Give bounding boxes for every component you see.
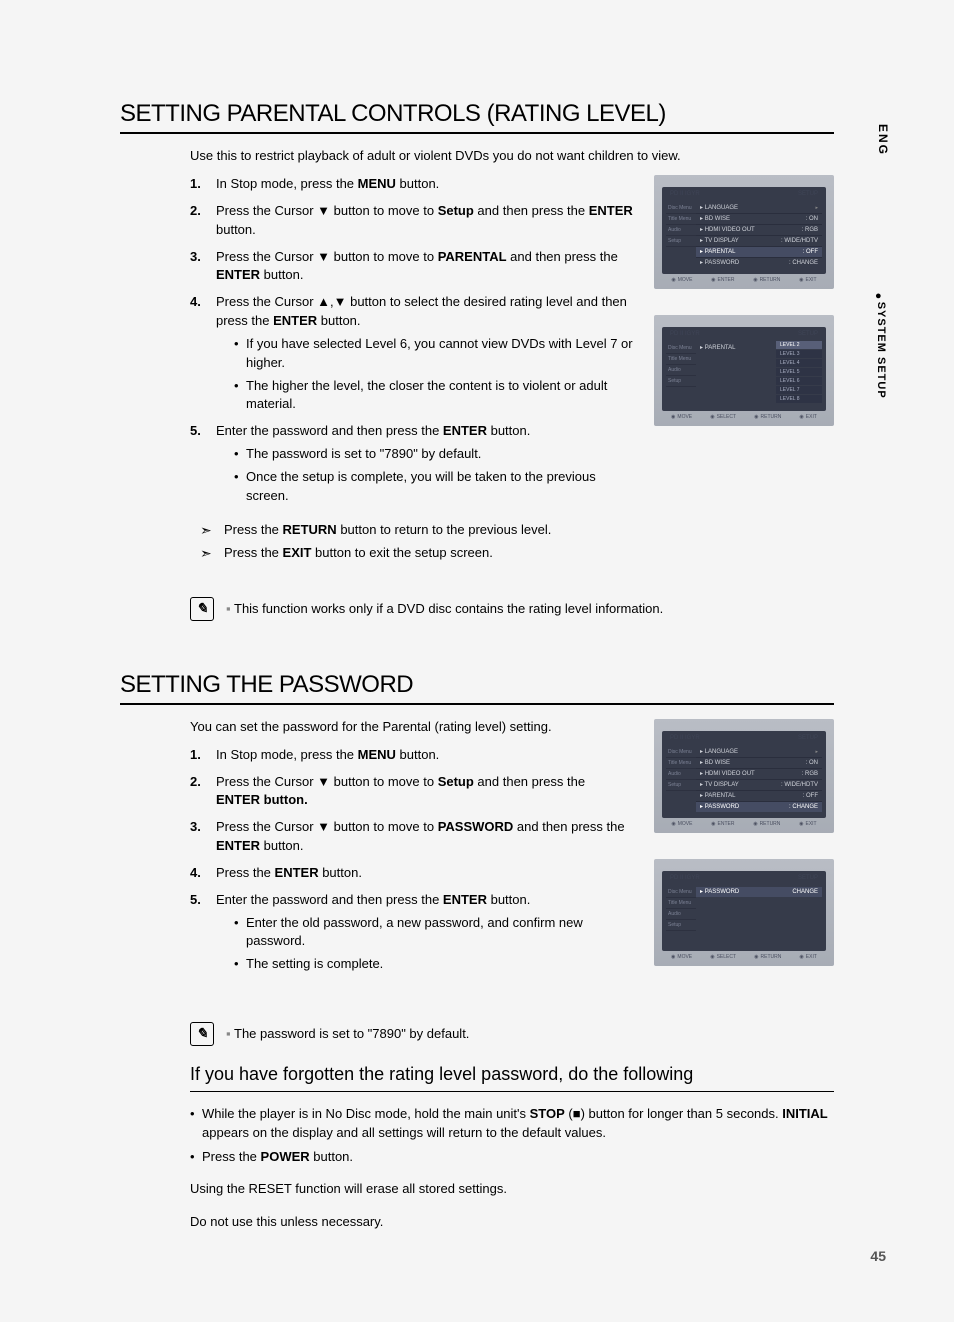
page-body: SETTING PARENTAL CONTROLS (RATING LEVEL)… [0,0,954,1284]
sec1-press-exit: Press the EXIT button to exit the setup … [190,543,634,563]
sec1-step-5: Enter the password and then press the EN… [190,422,634,505]
section2-title: SETTING THE PASSWORD [120,671,834,699]
sec1-step-2: Press the Cursor ▼ button to move to Set… [190,202,634,240]
sec1-step-1: In Stop mode, press the MENU button. [190,175,634,194]
note-icon: ✎ [190,1022,214,1046]
section2-intro: You can set the password for the Parenta… [190,719,634,734]
section2-note: The password is set to "7890" by default… [226,1026,469,1041]
closing-line-1: Using the RESET function will erase all … [190,1179,834,1199]
sec1-step4-bullet1: If you have selected Level 6, you cannot… [234,335,634,373]
sec2-step5-bullet1: Enter the old password, a new password, … [234,914,634,952]
sec1-press-return: Press the RETURN button to return to the… [190,520,634,540]
forgot-bullet-2: Press the POWER button. [190,1147,834,1167]
sec1-step-4: Press the Cursor ▲,▼ button to select th… [190,293,634,414]
section1-title: SETTING PARENTAL CONTROLS (RATING LEVEL) [120,100,834,128]
sec2-step-4: Press the ENTER button. [190,864,634,883]
forgot-bullet-1: While the player is in No Disc mode, hol… [190,1104,834,1143]
osd-screen-password-setup: PD II IGYRSETUP Disc Menu Title Menu Aud… [654,719,834,833]
forgot-heading: If you have forgotten the rating level p… [190,1064,834,1085]
osd-screen-parental-levels: PD II IGYRSETUP Disc Menu Title Menu Aud… [654,315,834,426]
sec2-step-3: Press the Cursor ▼ button to move to PAS… [190,818,634,856]
sec1-step5-bullet1: The password is set to "7890" by default… [234,445,634,464]
closing-line-2: Do not use this unless necessary. [190,1212,834,1232]
sec2-step5-bullet2: The setting is complete. [234,955,634,974]
section1-intro: Use this to restrict playback of adult o… [190,148,834,163]
osd-screen-password-change: PD II IGYRSETUP Disc Menu Title Menu Aud… [654,859,834,966]
note-icon: ✎ [190,597,214,621]
sec2-step-5: Enter the password and then press the EN… [190,891,634,974]
sec1-step5-bullet2: Once the setup is complete, you will be … [234,468,634,506]
sec1-step4-bullet2: The higher the level, the closer the con… [234,377,634,415]
sec2-step-1: In Stop mode, press the MENU button. [190,746,634,765]
sec1-step-3: Press the Cursor ▼ button to move to PAR… [190,248,634,286]
osd-screen-parental-setup: PD II IGYRSETUP Disc Menu Title Menu Aud… [654,175,834,289]
section1-note: This function works only if a DVD disc c… [226,601,663,616]
sec2-step-2: Press the Cursor ▼ button to move to Set… [190,773,634,811]
